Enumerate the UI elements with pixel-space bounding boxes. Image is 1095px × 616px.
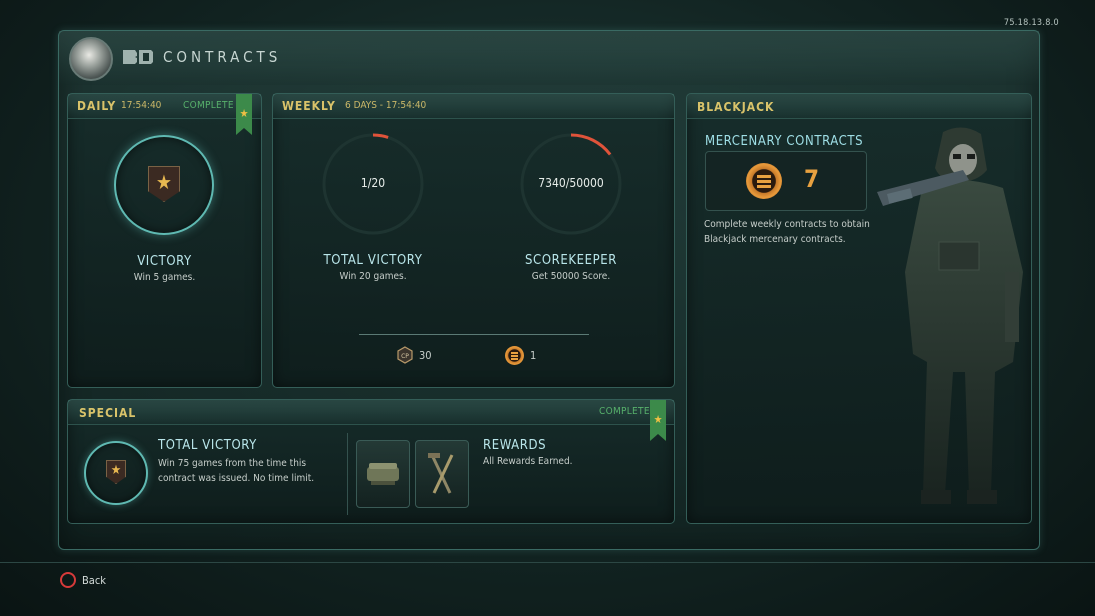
daily-contract-name: VICTORY [137, 254, 192, 269]
supply-drop-icon [367, 463, 399, 485]
mercenary-count: 7 [804, 165, 820, 193]
cod-points-icon: CP [397, 346, 413, 364]
weekly-contract-2-info: SCOREKEEPER Get 50000 Score. [509, 253, 633, 282]
daily-contract-info: VICTORY Win 5 games. [68, 254, 261, 283]
mercenary-contracts-title: MERCENARY CONTRACTS [705, 134, 864, 149]
daily-title: DAILY [77, 99, 117, 113]
weekly-progress-text-1: 1/20 [360, 176, 386, 190]
mercenary-contract-icon [746, 163, 782, 199]
header-bar: CONTRACTS [59, 31, 1039, 85]
special-title: SPECIAL [79, 406, 137, 420]
bo4-logo-icon [123, 50, 153, 64]
version-label: 75.18.13.8.0 [1003, 18, 1059, 28]
mercenary-count-box: 7 [705, 151, 867, 211]
footer-divider [0, 562, 1095, 563]
weekly-reward-1-value: 30 [419, 349, 432, 362]
crossed-weapons-icon [428, 453, 454, 494]
daily-header: DAILY 17:54:40 COMPLETE [68, 94, 261, 119]
prestige-emblem-icon [69, 37, 113, 81]
weekly-title: WEEKLY [282, 99, 336, 113]
blackjack-title: BLACKJACK [697, 100, 775, 114]
circle-button-icon[interactable] [60, 572, 76, 588]
special-header: SPECIAL COMPLETE [68, 400, 674, 425]
svg-text:CP: CP [401, 353, 409, 360]
weekly-reward-2-value: 1 [530, 349, 537, 362]
complete-ribbon-icon: ★ [650, 400, 666, 441]
blackjack-header: BLACKJACK [687, 94, 1031, 119]
blackjack-character-art [877, 127, 1023, 504]
weekly-header: WEEKLY 6 DAYS - 17:54:40 [273, 94, 674, 119]
reward-slot-2[interactable] [415, 440, 469, 508]
special-divider [347, 433, 348, 515]
weekly-contract-1-desc: Win 20 games. [339, 271, 407, 282]
weekly-contract-1-info: TOTAL VICTORY Win 20 games. [321, 253, 425, 282]
weekly-contract-2-name: SCOREKEEPER [525, 253, 617, 268]
special-contract-desc-2: contract was issued. No time limit. [158, 473, 315, 484]
special-panel[interactable]: SPECIAL COMPLETE ★ ★ TOTAL VICTORY Win 7… [67, 399, 675, 524]
daily-complete-label: COMPLETE [183, 100, 234, 111]
weekly-divider [359, 334, 589, 335]
back-button[interactable]: Back [82, 574, 106, 587]
mercenary-contract-icon [505, 346, 524, 365]
weekly-contract-1-name: TOTAL VICTORY [323, 253, 423, 268]
weekly-contract-2-desc: Get 50000 Score. [531, 271, 611, 282]
rewards-text: All Rewards Earned. [483, 456, 573, 467]
weekly-panel[interactable]: WEEKLY 6 DAYS - 17:54:40 1/20 7340/50000… [272, 93, 675, 388]
complete-ribbon-icon: ★ [236, 94, 252, 135]
rewards-title: REWARDS [483, 438, 547, 453]
page-title: CONTRACTS [163, 48, 282, 66]
reward-slot-1[interactable] [356, 440, 410, 508]
special-contract-name: TOTAL VICTORY [158, 438, 257, 453]
daily-panel[interactable]: DAILY 17:54:40 COMPLETE ★ ★ VICTORY Win … [67, 93, 262, 388]
special-contract-desc-1: Win 75 games from the time this [158, 458, 307, 469]
blackjack-panel[interactable]: BLACKJACK MERCENARY CONTRACTS 7 Complete… [686, 93, 1032, 524]
daily-timer: 17:54:40 [121, 100, 162, 111]
contracts-window: CONTRACTS DAILY 17:54:40 COMPLETE ★ ★ VI… [58, 30, 1040, 550]
weekly-timer: 6 DAYS - 17:54:40 [345, 100, 427, 111]
blackjack-info-2: Blackjack mercenary contracts. [704, 234, 846, 245]
blackjack-info-1: Complete weekly contracts to obtain [704, 219, 870, 230]
weekly-progress-text-2: 7340/50000 [538, 176, 604, 190]
special-complete-label: COMPLETE [599, 406, 650, 417]
daily-contract-desc: Win 5 games. [133, 272, 196, 283]
